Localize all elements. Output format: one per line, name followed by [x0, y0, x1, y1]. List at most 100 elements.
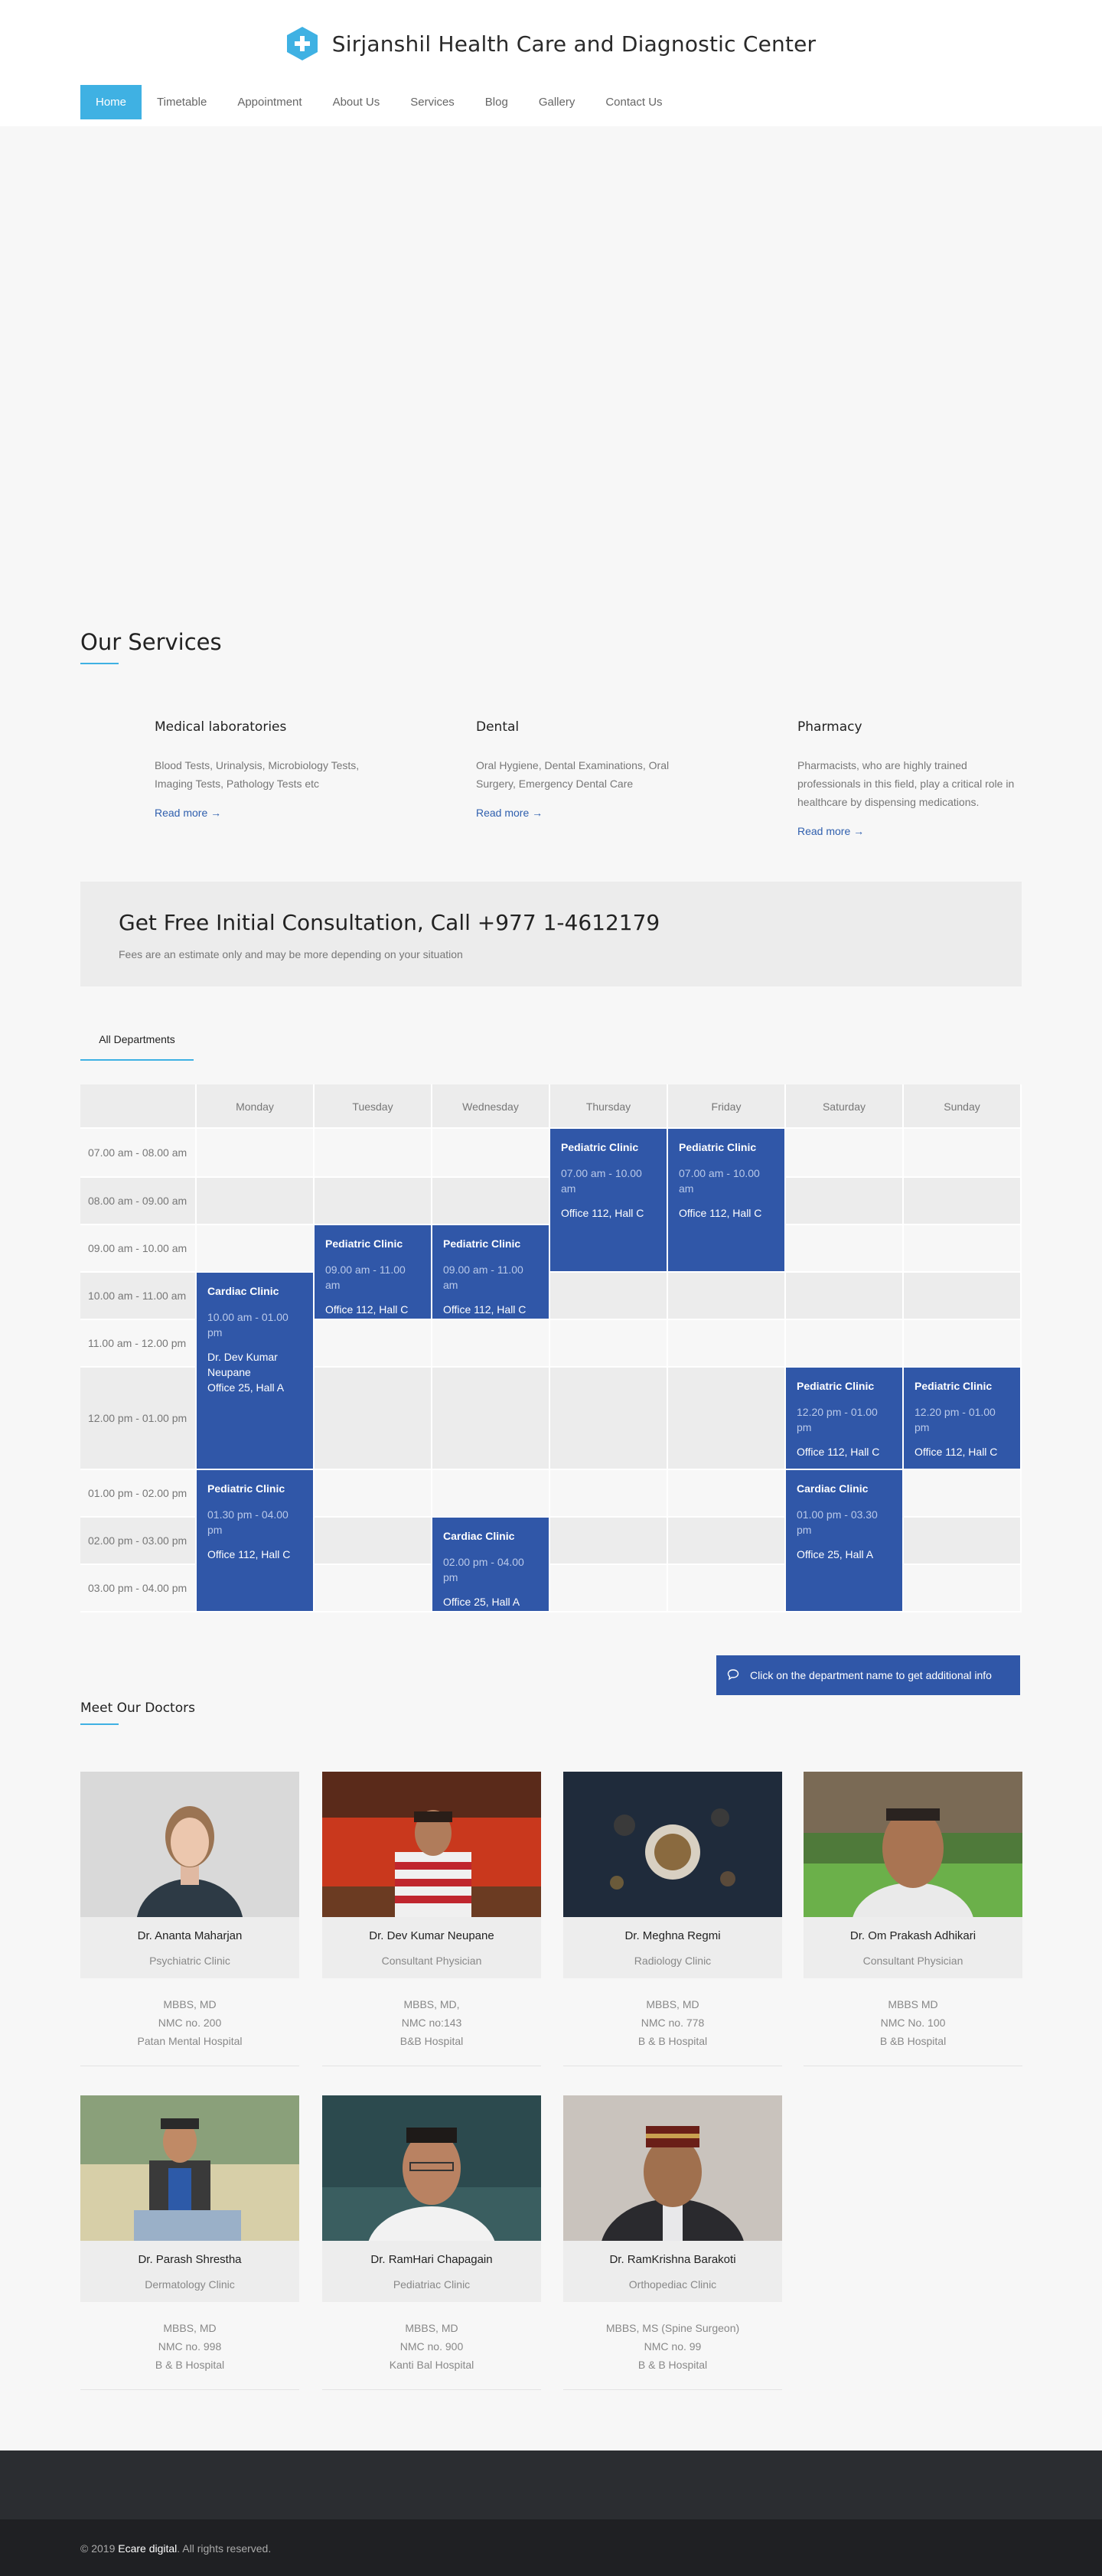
doctor-hospital: B & B Hospital	[155, 2359, 225, 2371]
timetable-event[interactable]: Pediatric Clinic 07.00 am - 10.00 am Offic…	[550, 1129, 668, 1273]
nav-contact-us[interactable]: Contact Us	[590, 85, 677, 119]
read-more-link[interactable]: Read more →	[797, 825, 864, 837]
footer-brand-link[interactable]: Ecare digital	[118, 2542, 177, 2555]
doctor-photo[interactable]	[322, 2095, 541, 2241]
doctor-photo[interactable]	[563, 2095, 782, 2241]
doctor-name[interactable]: Dr. Parash Shrestha	[80, 2253, 299, 2266]
nav-about-us[interactable]: About Us	[318, 85, 396, 119]
doctor-hospital: B & B Hospital	[637, 2035, 708, 2047]
doctor-degree: MBBS, MD	[646, 1998, 699, 2010]
doctor-photo[interactable]	[804, 1772, 1022, 1917]
doctor-degree: MBBS, MD	[163, 1998, 217, 2010]
timetable-cell	[315, 1470, 432, 1518]
doctor-name[interactable]: Dr. Om Prakash Adhikari	[804, 1929, 1022, 1942]
doctor-name[interactable]: Dr. Meghna Regmi	[563, 1929, 782, 1942]
timetable: Monday Tuesday Wednesday Thursday Friday Satu…	[80, 1084, 1022, 1612]
doctor-name[interactable]: Dr. Ananta Maharjan	[80, 1929, 299, 1942]
nav-gallery[interactable]: Gallery	[523, 85, 591, 119]
chat-bubble-icon	[727, 1668, 739, 1683]
nav-home[interactable]: Home	[80, 85, 142, 119]
main-nav: Home Timetable Appointment About Us Serv…	[80, 85, 678, 119]
event-title[interactable]: Pediatric Clinic	[915, 1380, 1009, 1392]
doctor-hospital: Kanti Bal Hospital	[389, 2359, 474, 2371]
arrow-right-icon: →	[853, 825, 865, 837]
doctor-name[interactable]: Dr. Dev Kumar Neupane	[322, 1929, 541, 1942]
nav-appointment[interactable]: Appointment	[222, 85, 317, 119]
doctor-hospital: Patan Mental Hospital	[137, 2035, 243, 2047]
doctor-name[interactable]: Dr. RamHari Chapagain	[322, 2253, 541, 2266]
timetable-cell	[786, 1178, 904, 1225]
timetable-day-header: Thursday	[550, 1084, 668, 1129]
doctor-card[interactable]: Dr. Om Prakash Adhikari Consultant Physic…	[804, 1772, 1022, 2066]
doctor-department: Orthopediac Clinic	[628, 2278, 717, 2291]
event-title[interactable]: Pediatric Clinic	[679, 1141, 774, 1153]
doctor-department: Radiology Clinic	[634, 1955, 712, 1967]
footer-widgets	[0, 2450, 1102, 2519]
doctor-card[interactable]: Dr. Ananta Maharjan Psychiatric Clinic MBB…	[80, 1772, 299, 2066]
timetable-cell	[904, 1565, 1022, 1612]
doctor-photo[interactable]	[322, 1772, 541, 1917]
nav-timetable[interactable]: Timetable	[142, 85, 222, 119]
doctor-department: Consultant Physician	[862, 1955, 963, 1967]
copyright: © 2019 Ecare digital. All rights reserve…	[80, 2542, 272, 2555]
event-room: Office 112, Hall C	[915, 1446, 998, 1458]
timetable-event[interactable]: Cardiac Clinic 01.00 pm - 03.30 pm Office …	[786, 1470, 904, 1612]
doctor-card[interactable]: Dr. Dev Kumar Neupane Consultant Physicia…	[322, 1772, 541, 2066]
doctor-photo[interactable]	[563, 1772, 782, 1917]
service-medical-laboratories: Medical laboratories Blood Tests, Urinal…	[155, 719, 384, 820]
event-room: Office 112, Hall C	[797, 1446, 880, 1458]
brand[interactable]: Sirjanshil Health Care and Diagnostic Ce…	[0, 26, 1102, 61]
doctor-nmc-number: NMC no. 778	[641, 2017, 705, 2029]
event-title[interactable]: Pediatric Clinic	[561, 1141, 656, 1153]
event-title[interactable]: Pediatric Clinic	[443, 1237, 538, 1250]
event-title[interactable]: Pediatric Clinic	[797, 1380, 892, 1392]
event-time: 01.00 pm - 03.30 pm	[797, 1508, 878, 1536]
timetable-event[interactable]: Pediatric Clinic 12.20 pm - 01.00 pm Offic…	[904, 1368, 1022, 1470]
doctor-name[interactable]: Dr. RamKrishna Barakoti	[563, 2253, 782, 2266]
doctor-photo[interactable]	[80, 1772, 299, 1917]
doctor-nmc-number: NMC no:143	[401, 2017, 462, 2029]
timetable-event[interactable]: Pediatric Clinic 12.20 pm - 01.00 pm Offic…	[786, 1368, 904, 1470]
timetable-cell	[668, 1320, 786, 1368]
event-title[interactable]: Cardiac Clinic	[797, 1482, 892, 1495]
tab-all-departments[interactable]: All Departments	[80, 1033, 194, 1061]
site-header: Sirjanshil Health Care and Diagnostic Ce…	[0, 0, 1102, 126]
timetable-event[interactable]: Pediatric Clinic 09.00 am - 11.00 am Offic…	[432, 1225, 550, 1320]
nav-blog[interactable]: Blog	[470, 85, 523, 119]
timetable-time-slot: 09.00 am - 10.00 am	[80, 1225, 197, 1273]
timetable-cell	[550, 1565, 668, 1612]
read-more-link[interactable]: Read more →	[476, 807, 543, 819]
event-title[interactable]: Pediatric Clinic	[325, 1237, 420, 1250]
doctor-card[interactable]: Dr. Parash Shrestha Dermatology Clinic MBB…	[80, 2095, 299, 2390]
timetable-cell	[668, 1273, 786, 1320]
event-doctor: Dr. Dev Kumar Neupane	[207, 1351, 278, 1378]
doctor-card[interactable]: Dr. Meghna Regmi Radiology Clinic MBBS, MD…	[563, 1772, 782, 2066]
doctor-details: MBBS, MD NMC no. 900 Kanti Bal Hospital	[322, 2302, 541, 2390]
doctor-name-box: Dr. RamHari Chapagain Pediatriac Clinic	[322, 2241, 541, 2302]
timetable-event[interactable]: Cardiac Clinic 10.00 am - 01.00 pm Dr. Dev…	[197, 1273, 315, 1470]
medical-cross-logo-icon	[286, 26, 318, 61]
service-pharmacy: Pharmacy Pharmacists, who are highly tra…	[797, 719, 1027, 839]
nav-services[interactable]: Services	[395, 85, 470, 119]
timetable-event[interactable]: Pediatric Clinic 01.30 pm - 04.00 pm Offic…	[197, 1470, 315, 1612]
doctor-department: Psychiatric Clinic	[149, 1955, 230, 1967]
doctor-card[interactable]: Dr. RamHari Chapagain Pediatriac Clinic MB…	[322, 2095, 541, 2390]
timetable-day-header: Sunday	[904, 1084, 1022, 1129]
timetable-day-header: Wednesday	[432, 1084, 550, 1129]
timetable-cell	[668, 1518, 786, 1565]
timetable-event[interactable]: Cardiac Clinic 02.00 pm - 04.00 pm Office …	[432, 1518, 550, 1612]
doctor-photo[interactable]	[80, 2095, 299, 2241]
timetable-event[interactable]: Pediatric Clinic 07.00 am - 10.00 am Offic…	[668, 1129, 786, 1273]
read-more-link[interactable]: Read more →	[155, 807, 221, 819]
timetable-cell	[904, 1178, 1022, 1225]
event-title[interactable]: Cardiac Clinic	[443, 1530, 538, 1542]
timetable-time-slot: 03.00 pm - 04.00 pm	[80, 1565, 197, 1612]
event-title[interactable]: Cardiac Clinic	[207, 1285, 302, 1297]
doctor-hospital: B &B Hospital	[879, 2035, 947, 2047]
doctor-nmc-number: NMC no. 200	[158, 2017, 222, 2029]
department-info-button[interactable]: Click on the department name to get addi…	[716, 1655, 1020, 1695]
event-room: Office 112, Hall C	[679, 1207, 762, 1219]
doctor-card[interactable]: Dr. RamKrishna Barakoti Orthopediac Clini…	[563, 2095, 782, 2390]
timetable-event[interactable]: Pediatric Clinic 09.00 am - 11.00 am Offic…	[315, 1225, 432, 1320]
event-title[interactable]: Pediatric Clinic	[207, 1482, 302, 1495]
